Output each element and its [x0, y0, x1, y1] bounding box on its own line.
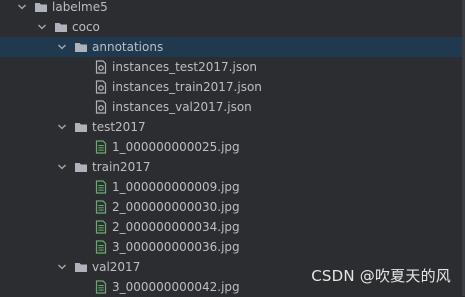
- image-file-icon: [95, 220, 107, 234]
- tree-item-label: val2017: [92, 260, 141, 274]
- tree-file-row[interactable]: instances_test2017.json: [0, 57, 465, 77]
- tree-folder-row[interactable]: coco: [0, 17, 465, 37]
- tree-file-row[interactable]: 2_000000000030.jpg: [0, 197, 465, 217]
- image-file-icon: [95, 240, 107, 254]
- tree-item-label: 3_000000000036.jpg: [112, 240, 240, 254]
- tree-item-label: coco: [72, 20, 100, 34]
- image-file-icon: [95, 280, 107, 294]
- folder-icon: [75, 123, 87, 132]
- project-tree: labelme5 coco annotations instances_test201…: [0, 0, 465, 297]
- tree-file-row[interactable]: instances_train2017.json: [0, 77, 465, 97]
- tree-item-label: labelme5: [52, 0, 108, 14]
- tree-file-row[interactable]: 1_000000000009.jpg: [0, 177, 465, 197]
- tree-item-label: 1_000000000009.jpg: [112, 180, 240, 194]
- tree-item-label: 2_000000000034.jpg: [112, 220, 240, 234]
- folder-icon: [75, 43, 87, 52]
- tree-item-label: annotations: [92, 40, 164, 54]
- tree-folder-row[interactable]: test2017: [0, 117, 465, 137]
- tree-folder-row[interactable]: train2017: [0, 157, 465, 177]
- chevron-down-icon[interactable]: [58, 163, 66, 171]
- tree-folder-row[interactable]: annotations: [0, 37, 465, 57]
- tree-file-row[interactable]: 2_000000000034.jpg: [0, 217, 465, 237]
- tree-item-label: 2_000000000030.jpg: [112, 200, 240, 214]
- json-file-icon: [95, 100, 107, 114]
- tree-item-label: instances_val2017.json: [112, 100, 252, 114]
- image-file-icon: [95, 200, 107, 214]
- tree-item-label: 1_000000000025.jpg: [112, 140, 240, 154]
- chevron-down-icon[interactable]: [58, 43, 66, 51]
- chevron-down-icon[interactable]: [18, 3, 26, 11]
- folder-icon: [75, 263, 87, 272]
- image-file-icon: [95, 180, 107, 194]
- tree-item-label: instances_test2017.json: [112, 60, 258, 74]
- folder-icon: [35, 3, 47, 12]
- tree-file-row[interactable]: 1_000000000025.jpg: [0, 137, 465, 157]
- folder-icon: [75, 163, 87, 172]
- tree-item-label: 3_000000000042.jpg: [112, 280, 240, 294]
- chevron-down-icon[interactable]: [58, 123, 66, 131]
- tree-file-row[interactable]: 3_000000000036.jpg: [0, 237, 465, 257]
- tree-folder-row[interactable]: labelme5: [0, 0, 465, 17]
- tree-item-label: train2017: [92, 160, 151, 174]
- tree-item-label: test2017: [92, 120, 146, 134]
- chevron-down-icon[interactable]: [38, 23, 46, 31]
- watermark: CSDN @吹夏天的风: [311, 267, 451, 285]
- folder-icon: [55, 23, 67, 32]
- image-file-icon: [95, 140, 107, 154]
- json-file-icon: [95, 60, 107, 74]
- json-file-icon: [95, 80, 107, 94]
- tree-item-label: instances_train2017.json: [112, 80, 262, 94]
- chevron-down-icon[interactable]: [58, 263, 66, 271]
- tree-file-row[interactable]: instances_val2017.json: [0, 97, 465, 117]
